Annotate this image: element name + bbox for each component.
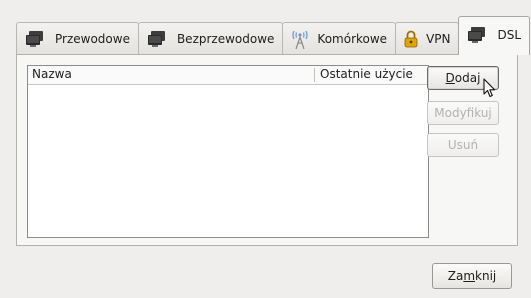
tab-mobile[interactable]: Komórkowe: [282, 22, 397, 55]
dsl-tab-panel: Nazwa Ostatnie użycie Dodaj Modyfikuj Us…: [16, 54, 518, 246]
column-header-name[interactable]: Nazwa: [32, 67, 72, 81]
tab-wired[interactable]: Przewodowe: [16, 22, 139, 55]
wireless-network-icon: [147, 30, 169, 48]
tab-wireless[interactable]: Bezprzewodowe: [137, 22, 284, 55]
delete-button[interactable]: Usuń: [427, 133, 499, 157]
mouse-cursor-icon: [483, 78, 496, 98]
column-separator[interactable]: [314, 68, 315, 82]
add-mnemonic: D: [445, 71, 455, 85]
tab-label: Komórkowe: [317, 32, 388, 46]
connection-type-tabs: Przewodowe Bezprzewodowe Komórkowe VPN D…: [16, 16, 531, 55]
column-header-last-used[interactable]: Ostatnie użycie: [320, 67, 413, 81]
dsl-network-icon: [467, 26, 489, 44]
wired-network-icon: [25, 30, 47, 48]
close-label-before: Za: [447, 269, 464, 283]
list-header: Nazwa Ostatnie użycie: [28, 66, 428, 85]
vpn-lock-icon: [404, 30, 418, 48]
close-label-after: knij: [475, 269, 497, 283]
tab-label: Przewodowe: [55, 32, 130, 46]
tab-vpn[interactable]: VPN: [395, 22, 460, 55]
tab-label: VPN: [426, 32, 451, 46]
tab-label: DSL: [497, 28, 522, 42]
close-mnemonic: m: [463, 269, 476, 283]
tab-label: Bezprzewodowe: [176, 32, 275, 46]
mobile-antenna-icon: [291, 28, 309, 50]
modify-button[interactable]: Modyfikuj: [427, 101, 499, 125]
tab-dsl[interactable]: DSL: [458, 16, 531, 55]
close-button[interactable]: Zamknij: [432, 263, 512, 289]
connections-list[interactable]: Nazwa Ostatnie użycie: [27, 65, 429, 238]
add-label-after: odaj: [454, 71, 481, 85]
